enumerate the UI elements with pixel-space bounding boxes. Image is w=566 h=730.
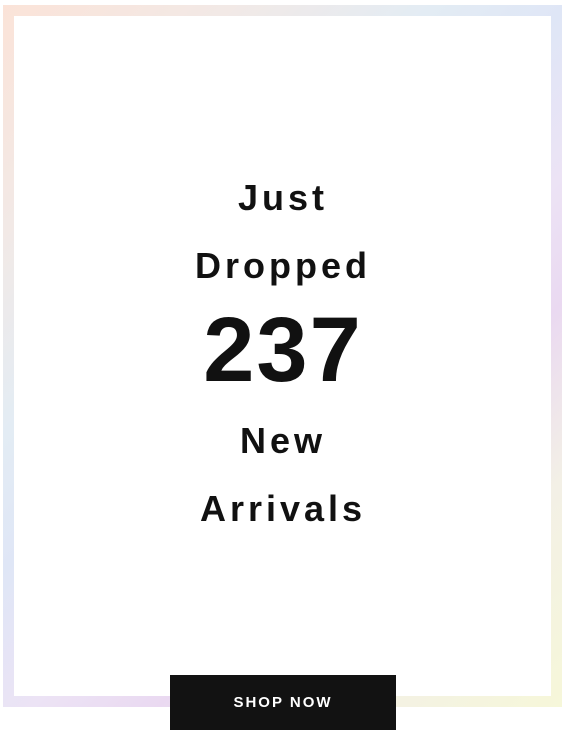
arrivals-count: 237 <box>203 299 363 401</box>
shop-now-button[interactable]: SHOP NOW <box>170 675 396 730</box>
headline-line-just: Just <box>237 177 329 218</box>
headline-line-dropped: Dropped <box>195 245 371 286</box>
headline-line-new: New <box>239 420 327 461</box>
headline-line-arrivals: Arrivals <box>199 488 367 529</box>
